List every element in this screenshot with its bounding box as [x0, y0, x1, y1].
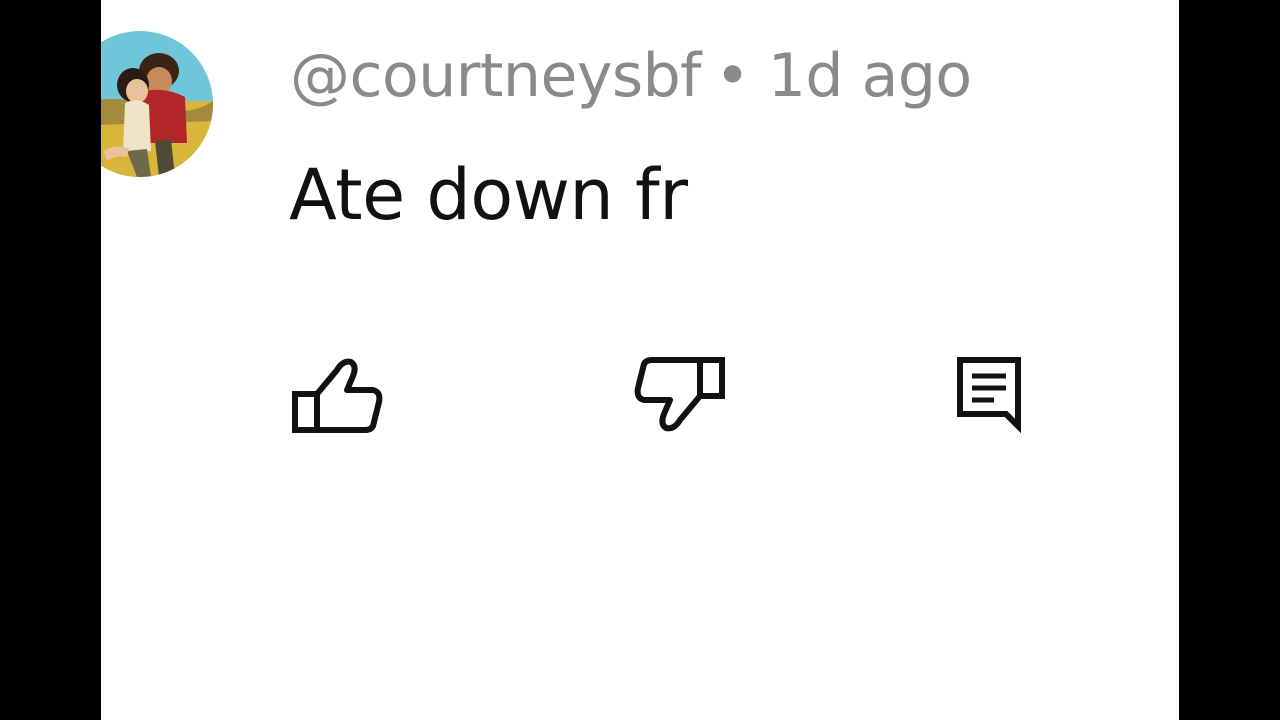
comment-text: Ate down fr	[289, 154, 688, 236]
comment-card: @courtneysbf • 1d ago Ate down fr	[101, 0, 1179, 720]
dislike-button[interactable]	[634, 350, 734, 440]
thumbs-up-icon	[292, 358, 383, 433]
video-frame: @courtneysbf • 1d ago Ate down fr	[0, 0, 1280, 720]
like-button[interactable]	[289, 350, 389, 440]
meta-separator: •	[714, 41, 750, 111]
thumbs-down-icon	[634, 357, 725, 432]
comment-meta: @courtneysbf • 1d ago	[290, 36, 972, 116]
comment-timestamp: 1d ago	[767, 41, 972, 111]
reply-button[interactable]	[954, 350, 1054, 440]
avatar-image	[101, 31, 213, 177]
comment-username[interactable]: @courtneysbf	[290, 41, 701, 111]
comment-reply-icon	[957, 357, 1021, 434]
avatar[interactable]	[101, 31, 213, 177]
